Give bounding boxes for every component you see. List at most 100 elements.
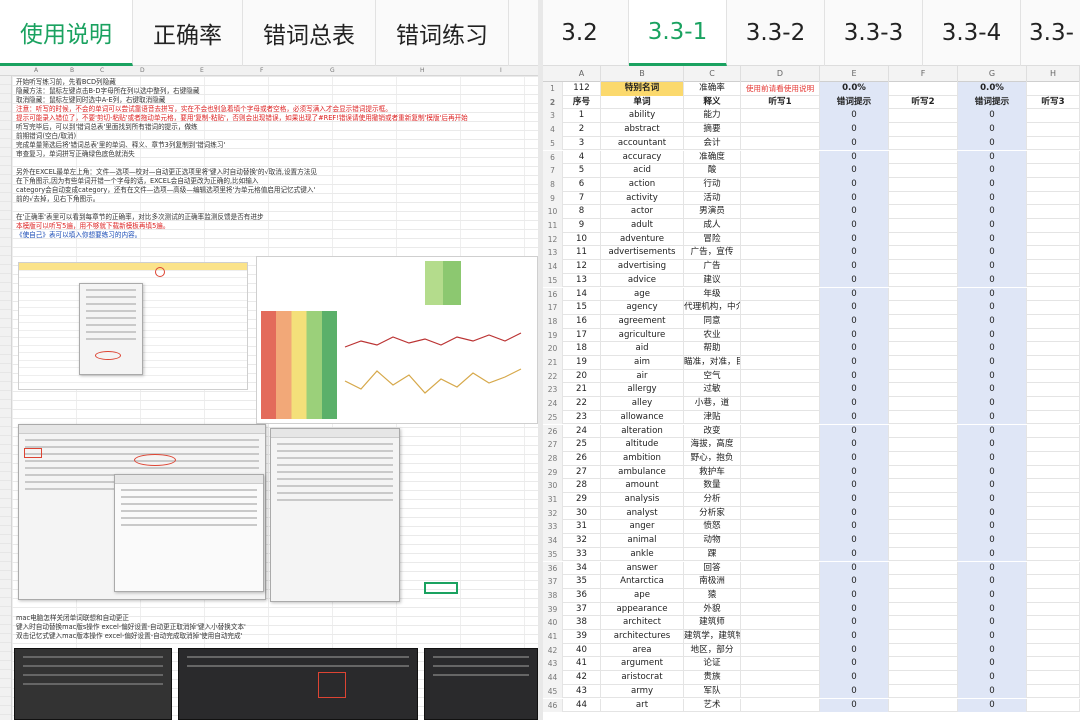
row-number[interactable] [0,427,11,436]
row-number[interactable] [0,157,11,166]
index-cell[interactable]: 27 [563,465,601,480]
hint-cell[interactable]: 0 [958,342,1027,356]
column-header[interactable]: H [1027,66,1080,82]
row-number[interactable] [0,418,11,427]
row-number[interactable] [0,436,11,445]
meaning-cell[interactable]: 瞄准，对准，目的 [684,356,741,370]
row-number[interactable]: 39 [543,602,563,617]
column-header[interactable]: D [741,66,820,82]
row-number[interactable] [0,373,11,382]
row-number[interactable] [0,580,11,589]
word-cell[interactable]: ankle [601,547,684,562]
row-number[interactable] [0,409,11,418]
row-number[interactable]: 5 [543,136,563,151]
hint-cell[interactable]: 0 [820,328,889,343]
meaning-cell[interactable]: 冒险 [684,232,741,247]
sheet-tab[interactable]: 错词练习 [376,0,509,66]
index-cell[interactable]: 32 [563,534,601,548]
hint-cell[interactable]: 0 [820,383,889,398]
meaning-cell[interactable]: 贵族 [684,671,741,685]
row-number[interactable]: 7 [543,164,563,178]
row-number[interactable] [0,148,11,157]
dictation-input-cell[interactable] [741,493,820,507]
meaning-cell[interactable]: 分析 [684,493,741,507]
word-cell[interactable]: advertising [601,260,684,274]
index-cell[interactable]: 12 [563,260,601,274]
meaning-cell[interactable]: 能力 [684,109,741,124]
sheet-tab[interactable]: 3.3-3 [825,0,923,66]
column-title-cell[interactable]: 听写2 [889,95,958,110]
dictation-input-cell[interactable] [889,671,958,685]
row-number[interactable]: 25 [543,410,563,425]
row-number[interactable] [0,499,11,508]
dictation-input-cell[interactable] [741,314,820,329]
row-number[interactable] [0,679,11,688]
dictation-input-cell[interactable] [1027,246,1080,261]
meaning-cell[interactable]: 行动 [684,177,741,192]
row-number[interactable]: 16 [543,287,563,302]
dictation-input-cell[interactable] [1027,520,1080,535]
row-number[interactable]: 36 [543,561,563,576]
word-cell[interactable]: agreement [601,314,684,329]
dictation-input-cell[interactable] [1027,342,1080,356]
hint-cell[interactable]: 0 [820,232,889,247]
row-number[interactable] [0,220,11,229]
dictation-input-cell[interactable] [741,383,820,398]
word-cell[interactable]: art [601,698,684,713]
row-number[interactable] [0,193,11,202]
row-number[interactable] [0,391,11,400]
row-number[interactable] [0,292,11,301]
hint-cell[interactable]: 0 [820,575,889,589]
row-number[interactable] [0,553,11,562]
word-cell[interactable]: advertisements [601,246,684,261]
accuracy-label-cell[interactable]: 准确率 [684,82,741,96]
meaning-cell[interactable]: 成人 [684,219,741,233]
row-number[interactable] [0,706,11,715]
meaning-cell[interactable]: 建筑师 [684,616,741,630]
row-number[interactable] [0,634,11,643]
index-cell[interactable]: 14 [563,287,601,302]
row-number[interactable] [0,517,11,526]
word-cell[interactable]: air [601,369,684,384]
hint-cell[interactable]: 0 [820,164,889,178]
hint-cell[interactable]: 0 [958,164,1027,178]
hint-cell[interactable]: 0 [958,356,1027,370]
row-number[interactable] [0,355,11,364]
index-cell[interactable]: 21 [563,383,601,398]
hint-cell[interactable]: 0 [958,602,1027,617]
word-cell[interactable]: ambulance [601,465,684,480]
hint-cell[interactable]: 0 [820,465,889,480]
word-cell[interactable]: abstract [601,123,684,137]
row-number[interactable] [0,265,11,274]
index-cell[interactable]: 31 [563,520,601,535]
dictation-input-cell[interactable] [1027,588,1080,603]
meaning-cell[interactable]: 小巷，道 [684,397,741,411]
row-number[interactable] [0,607,11,616]
meaning-cell[interactable]: 摘要 [684,123,741,137]
hint-cell[interactable]: 0 [820,342,889,356]
row-number[interactable]: 23 [543,383,563,398]
dictation-input-cell[interactable] [741,410,820,425]
word-cell[interactable]: adventure [601,232,684,247]
row-number[interactable]: 46 [543,698,563,713]
dictation-input-cell[interactable] [741,684,820,699]
category-label-cell[interactable]: 特别名词 [601,82,684,96]
dictation-input-cell[interactable] [889,301,958,315]
meaning-cell[interactable]: 广告，宣传 [684,246,741,261]
dictation-input-cell[interactable] [741,150,820,165]
sheet-tab[interactable]: 3.3-2 [727,0,825,66]
hint-cell[interactable]: 0 [820,561,889,576]
dictation-input-cell[interactable] [889,287,958,302]
index-cell[interactable]: 9 [563,219,601,233]
word-cell[interactable]: altitude [601,438,684,452]
index-cell[interactable]: 7 [563,191,601,206]
dictation-input-cell[interactable] [741,191,820,206]
dictation-input-cell[interactable] [741,356,820,370]
meaning-cell[interactable]: 外貌 [684,602,741,617]
row-number[interactable] [0,463,11,472]
dictation-input-cell[interactable] [741,534,820,548]
row-number[interactable] [0,697,11,706]
row-number[interactable] [0,571,11,580]
hint-cell[interactable]: 0 [820,451,889,466]
dictation-input-cell[interactable] [889,164,958,178]
